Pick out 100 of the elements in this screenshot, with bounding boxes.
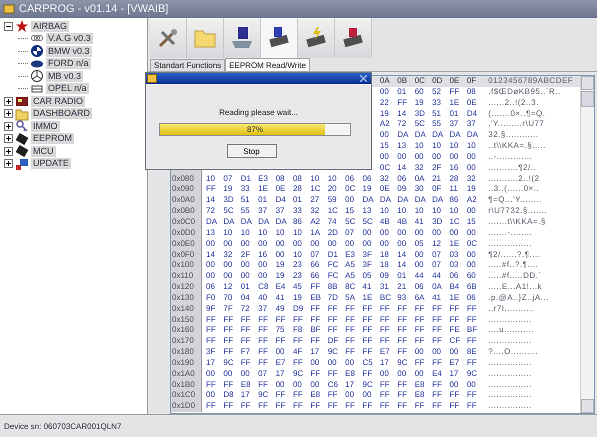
ascii-cell-text: .f$ŒDøKB95..`R..	[487, 86, 561, 98]
row-offset: 0x1B0	[172, 380, 195, 389]
tree-item[interactable]: MCU	[31, 146, 56, 156]
byte-cell-text: 9C	[222, 358, 235, 369]
byte-cell-text: FF	[257, 358, 269, 369]
byte-cell-text: A2	[466, 195, 478, 206]
byte-cell-text: DA	[431, 195, 444, 206]
byte-cell-text: 00	[396, 238, 408, 250]
ascii-cell-text: ................	[487, 401, 532, 412]
scrollbar[interactable]	[580, 76, 594, 413]
tree-item[interactable]: IMMO	[31, 120, 60, 132]
byte-cell-text: 06	[362, 174, 372, 184]
ascii-cell-text: ................	[487, 314, 532, 326]
byte-cell-text: 41	[362, 282, 372, 293]
byte-cell-text: FF	[466, 314, 478, 326]
tab[interactable]: Standart Functions	[150, 59, 226, 71]
byte-cell-text: FC	[326, 260, 340, 272]
byte-cell-text: 15	[378, 141, 390, 152]
byte-cell-text: FF	[309, 401, 322, 412]
ascii-cell-text: ¶=Q...'Y........	[487, 195, 542, 206]
byte-cell-text: 9C	[326, 347, 339, 358]
byte-cell-text: 0C	[378, 162, 392, 174]
byte-cell-text: 00	[448, 347, 460, 358]
byte-cell-text: FF	[257, 347, 269, 358]
byte-cell-text: 00	[326, 238, 338, 250]
byte-cell-text: 8C	[344, 282, 356, 293]
row-offset: 0x0E0	[172, 238, 195, 248]
tree-item[interactable]: OPEL n/a	[46, 83, 89, 94]
read-button[interactable]	[261, 18, 298, 58]
byte-cell-text: 20	[326, 184, 338, 196]
byte-cell-text: 00	[309, 358, 320, 369]
help-button[interactable]	[335, 18, 372, 58]
tree-item[interactable]: V.A.G v0.3	[46, 33, 93, 44]
byte-cell-text: 9C	[396, 358, 409, 369]
ascii-cell-text: ......2..!(2..3.	[487, 98, 539, 109]
byte-cell-text: FF	[326, 304, 339, 315]
byte-cell-text: FF	[205, 401, 217, 412]
byte-cell-text: 14	[396, 250, 408, 260]
byte-cell-text: 11	[448, 184, 459, 196]
byte-cell-text: FF	[222, 314, 234, 326]
close-icon[interactable]	[360, 75, 367, 82]
byte-cell-text: 09	[396, 184, 408, 196]
byte-cell-text: 74	[326, 216, 338, 228]
byte-cell-text: FF	[240, 336, 252, 348]
expander-icon[interactable]	[4, 134, 13, 143]
byte-cell-text: 00	[466, 380, 477, 390]
write-button[interactable]	[298, 18, 335, 58]
tree-item[interactable]: FORD n/a	[46, 58, 91, 69]
expander-icon[interactable]	[4, 122, 13, 130]
byte-cell-text: FC	[326, 271, 340, 282]
byte-cell-text: 00	[257, 238, 268, 250]
byte-cell-text: 00	[466, 162, 477, 174]
row-offset: 0x0A0	[172, 195, 195, 204]
tools-button[interactable]	[150, 18, 187, 58]
byte-cell-text: 37	[274, 206, 286, 217]
byte-cell-text: 00	[362, 390, 372, 402]
byte-cell-text: 0C	[344, 184, 356, 196]
byte-cell-text: D9	[292, 304, 304, 315]
byte-cell-text: 00	[309, 380, 320, 390]
byte-cell-text: FF	[292, 390, 304, 402]
byte-cell-text: FF	[309, 314, 322, 326]
tree-item[interactable]: UPDATE	[31, 158, 71, 169]
byte-cell-text: 33	[292, 206, 303, 217]
expander-icon[interactable]	[4, 96, 13, 106]
ascii-cell-text: ..t\\KKA=.§.....	[487, 141, 546, 152]
expander-icon[interactable]	[4, 109, 13, 118]
tree-item[interactable]: MB v0.3	[46, 70, 84, 82]
expander-icon[interactable]	[4, 146, 13, 156]
expander-icon[interactable]	[4, 159, 13, 168]
tree-item[interactable]: CAR RADIO	[31, 96, 86, 106]
byte-cell-text: 0C	[466, 238, 478, 250]
save-button[interactable]	[224, 18, 261, 58]
byte-cell-text: FF	[240, 325, 252, 336]
byte-cell-text: C5	[362, 358, 374, 369]
tree-item[interactable]: EEPROM	[31, 133, 74, 144]
tree-item[interactable]: BMW v0.3	[46, 46, 92, 56]
byte-cell-text: 00	[414, 152, 425, 163]
byte-cell-text: FF	[466, 390, 478, 402]
row-offset: 0x1D0	[172, 401, 196, 410]
expander-icon[interactable]	[4, 22, 13, 30]
tab[interactable]: EEPROM Read/Write	[225, 58, 310, 71]
byte-cell-text: 00	[431, 152, 442, 163]
tree-item[interactable]: DASHBOARD	[31, 108, 92, 119]
byte-cell-text: 06	[414, 282, 425, 293]
column-header: 0E	[448, 76, 460, 87]
row-offset: 0x140	[172, 304, 194, 313]
stop-button[interactable]: Stop	[226, 144, 276, 158]
star-icon	[15, 19, 29, 33]
byte-cell-text: 00	[344, 195, 356, 206]
byte-cell-text: 00	[205, 271, 216, 282]
byte-cell-text: 9C	[292, 368, 304, 380]
byte-cell-text: FF	[431, 304, 443, 315]
byte-cell-text: FF	[362, 347, 374, 358]
ascii-cell-text: ................	[487, 238, 532, 250]
byte-cell-text: C6	[326, 380, 339, 390]
byte-cell-text: 00	[414, 347, 425, 358]
tree-item[interactable]: AIRBAG	[31, 20, 70, 32]
byte-cell-text: 10	[448, 206, 460, 217]
chip-icon	[15, 144, 29, 158]
ascii-cell-text: .'Y.........r\U77	[487, 119, 544, 130]
